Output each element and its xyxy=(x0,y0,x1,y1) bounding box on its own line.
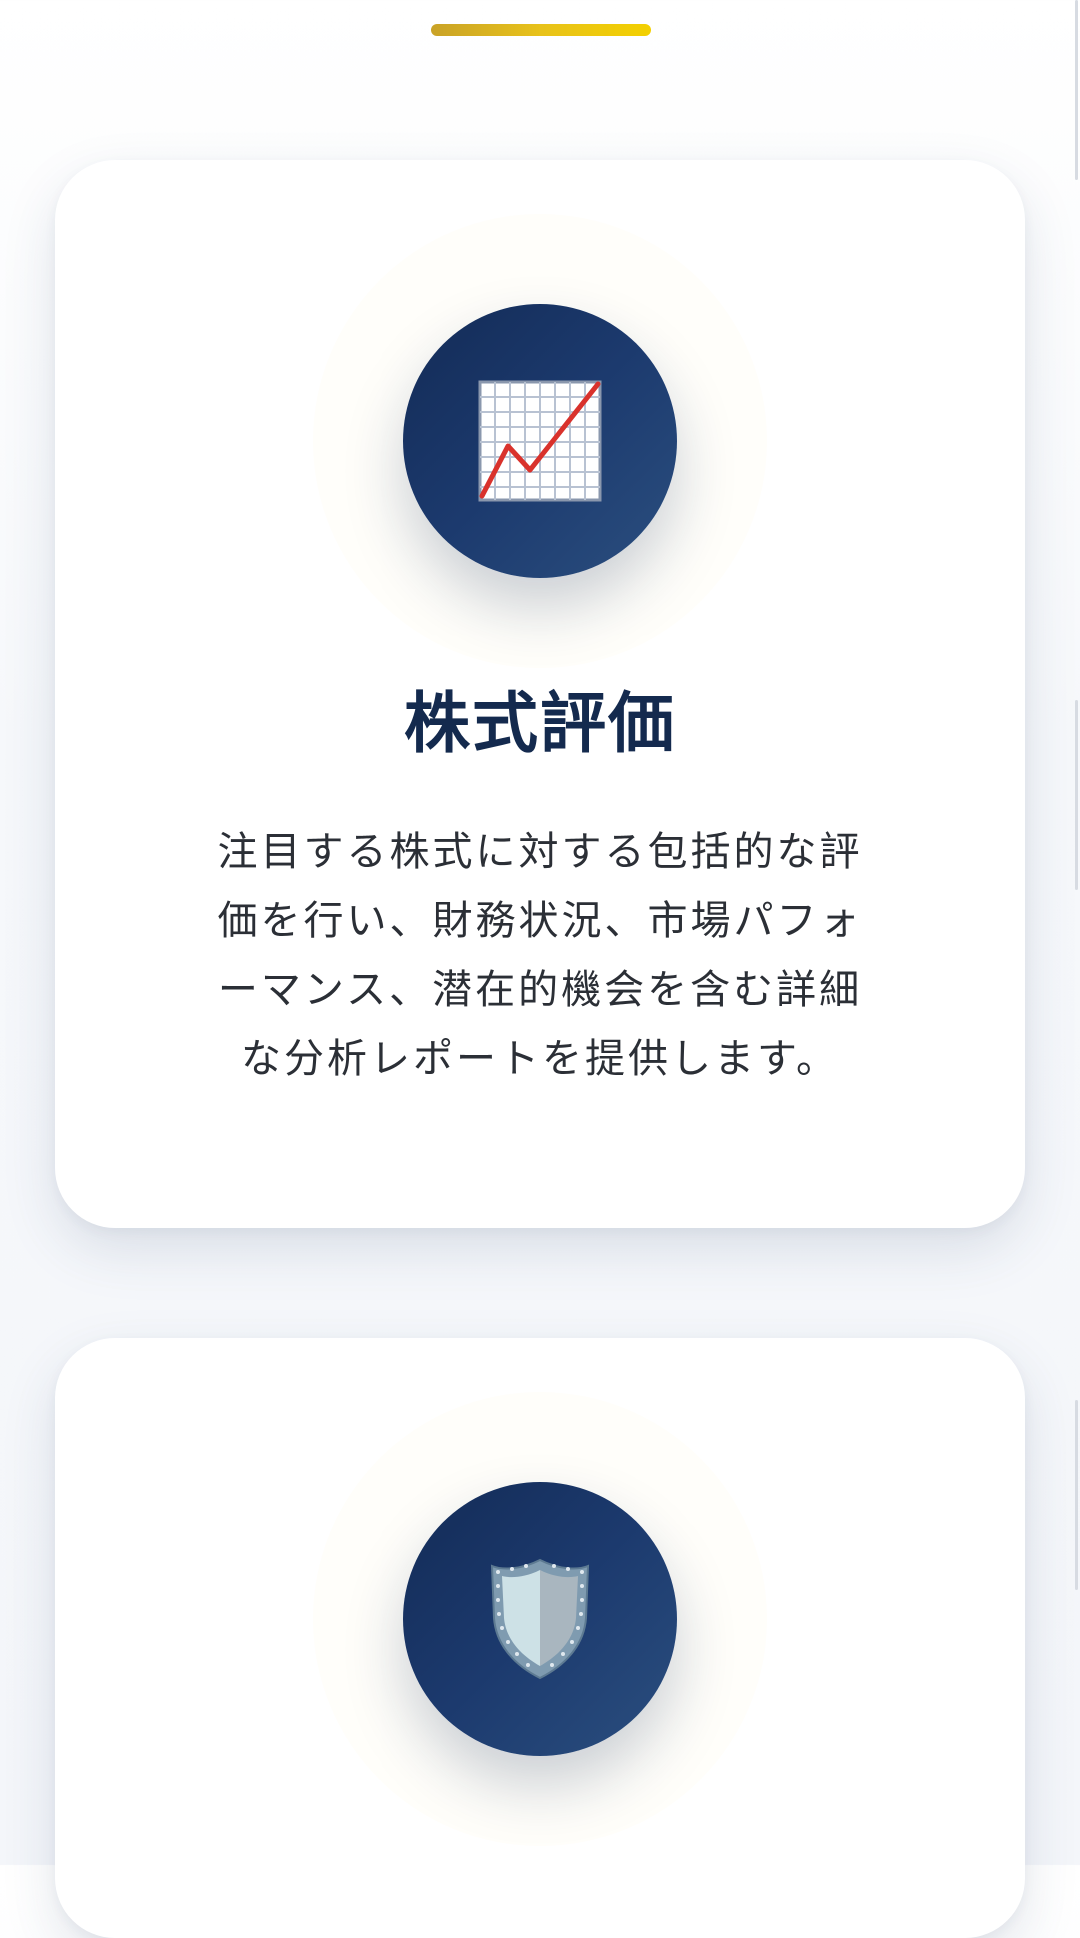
scroll-mark xyxy=(1075,0,1078,180)
scroll-mark xyxy=(1075,1400,1078,1590)
service-card-security[interactable] xyxy=(55,1338,1025,1938)
card-title: 株式評価 xyxy=(404,685,676,762)
card-description: 注目する株式に対する包括的な評価を行い、財務状況、市場パフォーマンス、潜在的機会… xyxy=(217,829,863,1082)
shield-icon xyxy=(490,1558,590,1680)
scroll-mark xyxy=(1075,700,1078,890)
card-icon-circle xyxy=(403,304,677,578)
card-icon-circle xyxy=(403,1482,677,1756)
service-card-stock-valuation[interactable]: 株式評価 注目する株式に対する包括的な評価を行い、財務状況、市場パフォーマンス、… xyxy=(55,160,1025,1228)
scrollbar-track[interactable] xyxy=(1072,0,1080,1865)
section-accent-bar xyxy=(431,24,651,36)
chart-increasing-icon xyxy=(478,380,602,502)
